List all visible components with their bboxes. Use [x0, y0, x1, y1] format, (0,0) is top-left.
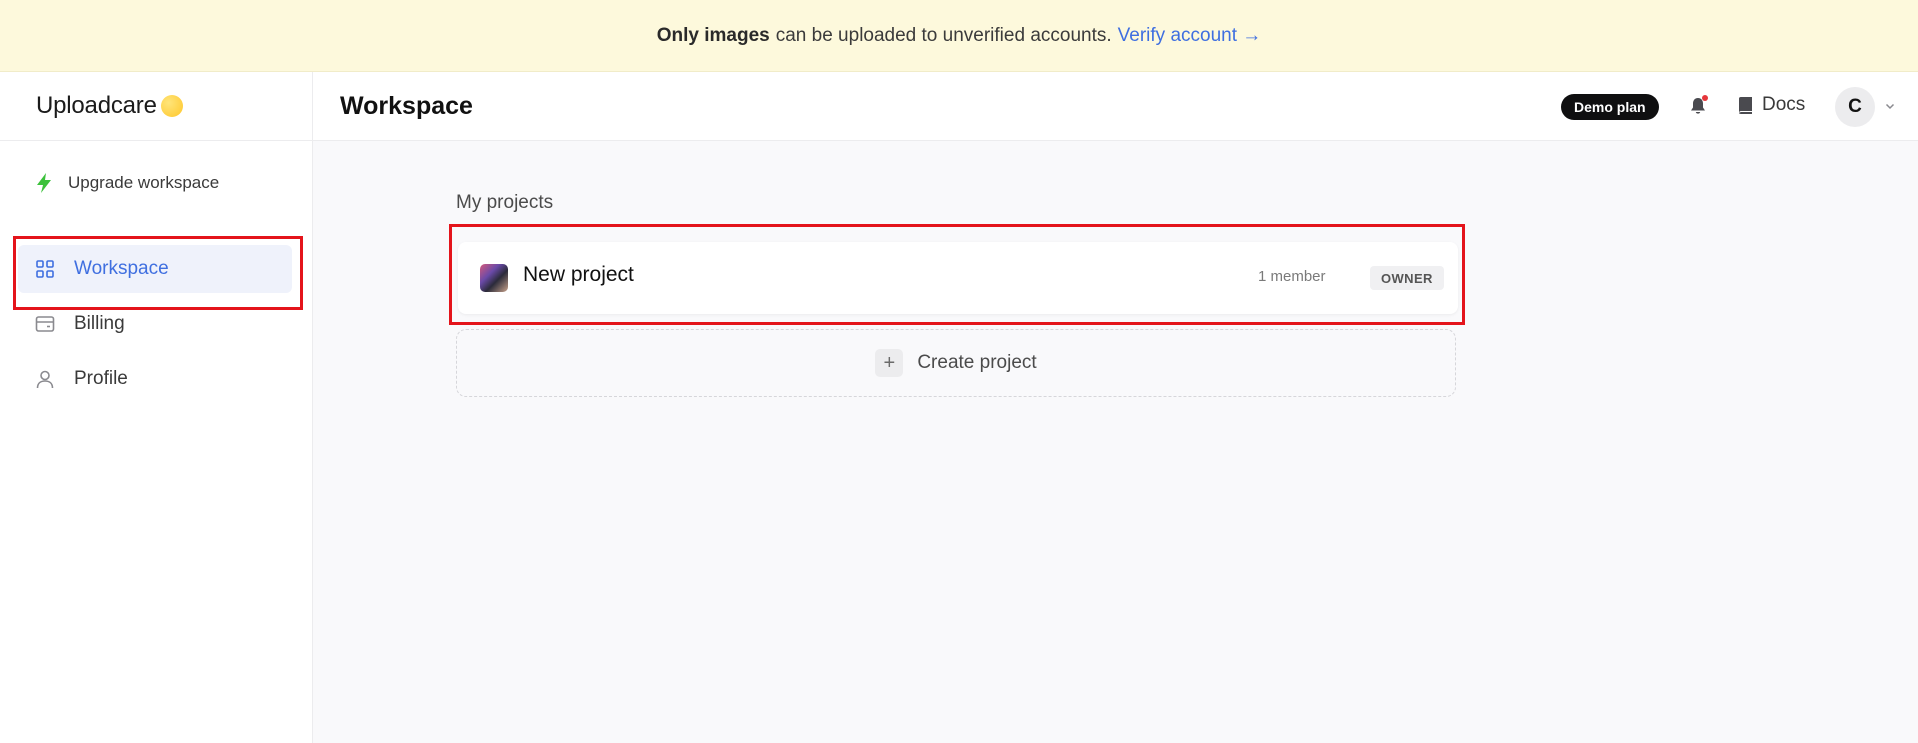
chevron-down-icon[interactable]	[1884, 100, 1896, 112]
project-card[interactable]: New project 1 member OWNER	[458, 242, 1458, 314]
grid-icon	[34, 258, 56, 280]
upgrade-workspace-link[interactable]: Upgrade workspace	[34, 172, 219, 194]
verify-account-link[interactable]: Verify account →	[1118, 25, 1262, 47]
top-bar: Workspace Demo plan Docs C	[313, 72, 1918, 141]
logo[interactable]: Uploadcare	[0, 72, 312, 141]
plus-icon: +	[875, 349, 904, 377]
main-content: Workspace Demo plan Docs C My projects N…	[313, 72, 1918, 743]
sidebar: Uploadcare Upgrade workspace Workspace B…	[0, 72, 313, 743]
create-project-button[interactable]: + Create project	[456, 329, 1456, 397]
project-thumbnail	[480, 264, 508, 292]
page-title: Workspace	[340, 92, 473, 120]
docs-label: Docs	[1762, 94, 1806, 115]
card-icon	[34, 313, 56, 335]
logo-text: Uploadcare	[36, 92, 157, 119]
logo-sun-icon	[160, 95, 183, 117]
plan-badge[interactable]: Demo plan	[1561, 94, 1659, 120]
lightning-icon	[37, 173, 51, 193]
avatar[interactable]: C	[1835, 87, 1875, 127]
notification-dot	[1702, 95, 1708, 101]
sidebar-item-profile[interactable]: Profile	[18, 355, 292, 403]
book-icon	[1739, 96, 1752, 114]
verification-banner: Only images can be uploaded to unverifie…	[0, 0, 1918, 72]
banner-text: can be uploaded to unverified accounts.	[775, 24, 1112, 46]
sidebar-item-label: Workspace	[74, 258, 169, 279]
create-project-label: Create project	[917, 352, 1037, 373]
docs-link[interactable]: Docs	[1738, 94, 1805, 116]
sidebar-item-label: Billing	[74, 313, 125, 334]
banner-bold-text: Only images	[656, 24, 770, 46]
sidebar-item-label: Profile	[74, 368, 128, 389]
project-members: 1 member	[1258, 268, 1326, 285]
sidebar-item-workspace[interactable]: Workspace	[18, 245, 292, 293]
upgrade-label: Upgrade workspace	[68, 173, 220, 192]
sidebar-item-billing[interactable]: Billing	[18, 300, 292, 348]
project-role-badge: OWNER	[1370, 266, 1444, 290]
project-name: New project	[523, 263, 634, 286]
section-title: My projects	[456, 192, 554, 213]
notifications-bell-icon[interactable]	[1687, 95, 1709, 117]
user-icon	[34, 368, 56, 390]
